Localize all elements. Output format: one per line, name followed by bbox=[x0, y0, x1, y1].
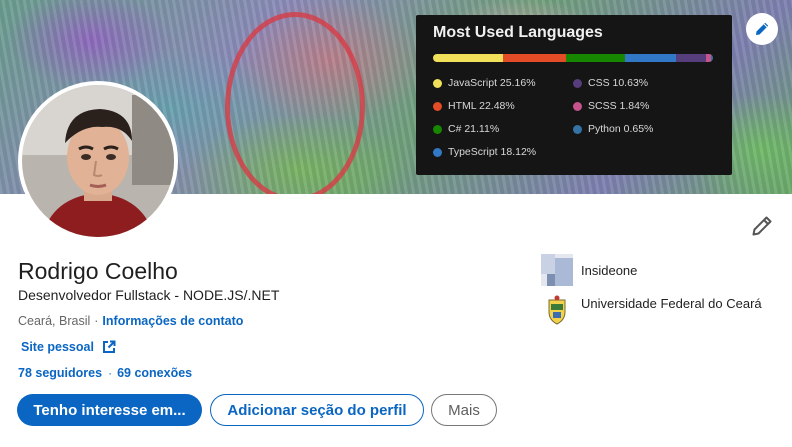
language-item-python: Python 0.65% bbox=[573, 122, 713, 136]
edit-profile-button[interactable] bbox=[748, 212, 776, 240]
language-bar-segment bbox=[566, 54, 626, 62]
language-item-javascript: JavaScript 25.16% bbox=[433, 76, 573, 90]
profile-name: Rodrigo Coelho bbox=[18, 258, 178, 284]
language-item-csharp: C# 21.11% bbox=[433, 122, 573, 136]
language-bar-segment bbox=[503, 54, 567, 62]
website-row: Site pessoal bbox=[21, 340, 116, 354]
language-bar-segment bbox=[711, 54, 713, 62]
organization-name: Universidade Federal do Ceará bbox=[581, 296, 762, 311]
language-bar-segment bbox=[676, 54, 706, 62]
most-used-languages-card: Most Used Languages JavaScript 25.16% CS… bbox=[416, 15, 732, 175]
insideone-logo bbox=[541, 254, 573, 286]
organization-item-insideone[interactable]: Insideone bbox=[541, 254, 637, 286]
location-text: Ceará, Brasil bbox=[18, 314, 91, 328]
open-to-button[interactable]: Tenho interesse em... bbox=[17, 394, 202, 426]
language-dot bbox=[573, 101, 582, 111]
external-link-icon[interactable] bbox=[102, 340, 116, 354]
language-bar-segment bbox=[433, 54, 504, 62]
pencil-icon bbox=[752, 216, 772, 236]
language-bar-segment bbox=[625, 54, 677, 62]
language-item-typescript: TypeScript 18.12% bbox=[433, 145, 573, 159]
profile-avatar[interactable] bbox=[18, 81, 178, 241]
pencil-icon bbox=[756, 22, 769, 35]
language-label: HTML 22.48% bbox=[448, 100, 515, 112]
language-label: SCSS 1.84% bbox=[588, 100, 650, 112]
ufc-crest-logo bbox=[541, 294, 573, 326]
location-row: Ceará, Brasil · Informações de contato bbox=[18, 314, 243, 328]
language-item-scss: SCSS 1.84% bbox=[573, 99, 713, 113]
personal-site-link[interactable]: Site pessoal bbox=[21, 340, 94, 354]
language-label: CSS 10.63% bbox=[588, 77, 649, 89]
language-dot bbox=[573, 124, 582, 134]
connections-link[interactable]: 69 conexões bbox=[117, 366, 192, 380]
network-separator: · bbox=[108, 366, 113, 380]
language-item-css: CSS 10.63% bbox=[573, 76, 713, 90]
organization-item-ufc[interactable]: Universidade Federal do Ceará bbox=[541, 294, 771, 326]
language-label: Python 0.65% bbox=[588, 123, 654, 135]
language-dot bbox=[573, 78, 582, 88]
more-button[interactable]: Mais bbox=[431, 394, 497, 426]
organization-name: Insideone bbox=[581, 263, 638, 278]
language-dot bbox=[433, 101, 442, 111]
profile-headline: Desenvolvedor Fullstack - NODE.JS/.NET bbox=[18, 287, 280, 303]
network-row: 78 seguidores · 69 conexões bbox=[18, 366, 192, 380]
languages-title: Most Used Languages bbox=[433, 24, 603, 41]
language-dot bbox=[433, 78, 442, 88]
language-label: C# 21.11% bbox=[448, 123, 500, 135]
language-label: JavaScript 25.16% bbox=[448, 77, 536, 89]
followers-link[interactable]: 78 seguidores bbox=[18, 366, 102, 380]
location-separator: · bbox=[94, 314, 99, 328]
add-profile-section-button[interactable]: Adicionar seção do perfil bbox=[210, 394, 424, 426]
language-item-html: HTML 22.48% bbox=[433, 99, 573, 113]
languages-progress-bar bbox=[433, 54, 713, 62]
language-dot bbox=[433, 124, 442, 134]
language-dot bbox=[433, 147, 442, 157]
edit-banner-button[interactable] bbox=[746, 13, 778, 45]
languages-legend: JavaScript 25.16% CSS 10.63% HTML 22.48%… bbox=[433, 76, 715, 159]
contact-info-link[interactable]: Informações de contato bbox=[102, 314, 243, 328]
banner-ring-decoration bbox=[225, 12, 365, 194]
language-label: TypeScript 18.12% bbox=[448, 146, 537, 158]
avatar-photo bbox=[22, 85, 174, 237]
